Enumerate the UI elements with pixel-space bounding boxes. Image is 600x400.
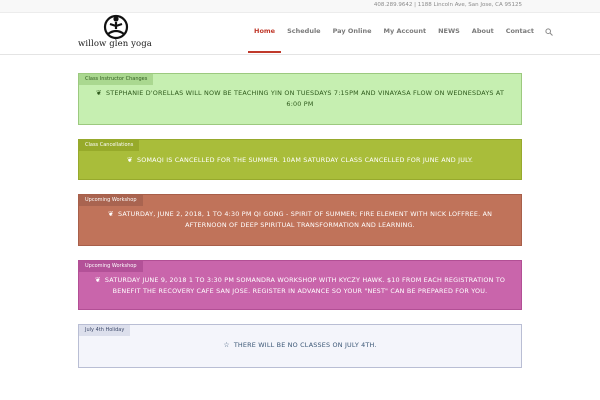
nav-pay-online[interactable]: Pay Online: [327, 13, 378, 53]
star-icon: ☆: [223, 341, 230, 349]
site-name: willow glen yoga: [78, 39, 152, 49]
notice-text: Saturday, June 2, 2018, 1 to 4:30 pm Qi …: [117, 210, 493, 229]
search-button[interactable]: [540, 13, 558, 53]
notice-tag: Upcoming Workshop: [79, 261, 143, 272]
yoga-figure-icon: [103, 14, 129, 39]
notice-tag: Upcoming Workshop: [79, 195, 143, 206]
nav-contact[interactable]: Contact: [500, 13, 540, 53]
nav-home[interactable]: Home: [248, 13, 282, 53]
search-icon: [545, 28, 553, 36]
notice-upcoming-workshop-2: Upcoming Workshop ❦ Saturday June 9, 2018…: [78, 260, 522, 310]
notice-class-cancellations: Class Cancellations ❦ Somaqi is cancelled…: [78, 139, 522, 180]
leaf-icon: ❦: [126, 156, 133, 164]
nav-news[interactable]: NEWS: [432, 13, 466, 53]
notice-tag: Class Instructor Changes: [79, 74, 154, 85]
leaf-icon: ❦: [94, 276, 101, 284]
notice-text: Stephanie D'Orellas will now be teaching…: [105, 89, 505, 108]
nav-schedule[interactable]: Schedule: [281, 13, 327, 53]
notice-tag: July 4th Holiday: [79, 325, 131, 336]
notice-tag: Class Cancellations: [79, 140, 140, 151]
notice-july-4th-holiday: July 4th Holiday ☆ There will be no class…: [78, 324, 522, 368]
notice-text: Saturday June 9, 2018 1 to 3:30 pm SomaN…: [104, 276, 506, 295]
notice-instructor-changes: Class Instructor Changes ❦ Stephanie D'Or…: [78, 73, 522, 125]
site-header: willow glen yoga Home Schedule Pay Onlin…: [0, 13, 600, 55]
nav-about[interactable]: About: [466, 13, 500, 53]
logo[interactable]: willow glen yoga: [78, 13, 158, 53]
nav-my-account[interactable]: My Account: [378, 13, 433, 53]
notice-text: There will be no classes on July 4th.: [233, 341, 377, 349]
notice-text: Somaqi is cancelled for the summer. 10am…: [136, 156, 474, 164]
leaf-icon: ❦: [95, 89, 102, 97]
leaf-icon: ❦: [107, 210, 114, 218]
notice-upcoming-workshop-1: Upcoming Workshop ❦ Saturday, June 2, 201…: [78, 194, 522, 246]
top-bar: 408.289.9642 | 1188 Lincoln Ave, San Jos…: [0, 0, 600, 13]
contact-info: 408.289.9642 | 1188 Lincoln Ave, San Jos…: [373, 2, 522, 8]
main-nav: Home Schedule Pay Online My Account NEWS…: [248, 13, 558, 53]
